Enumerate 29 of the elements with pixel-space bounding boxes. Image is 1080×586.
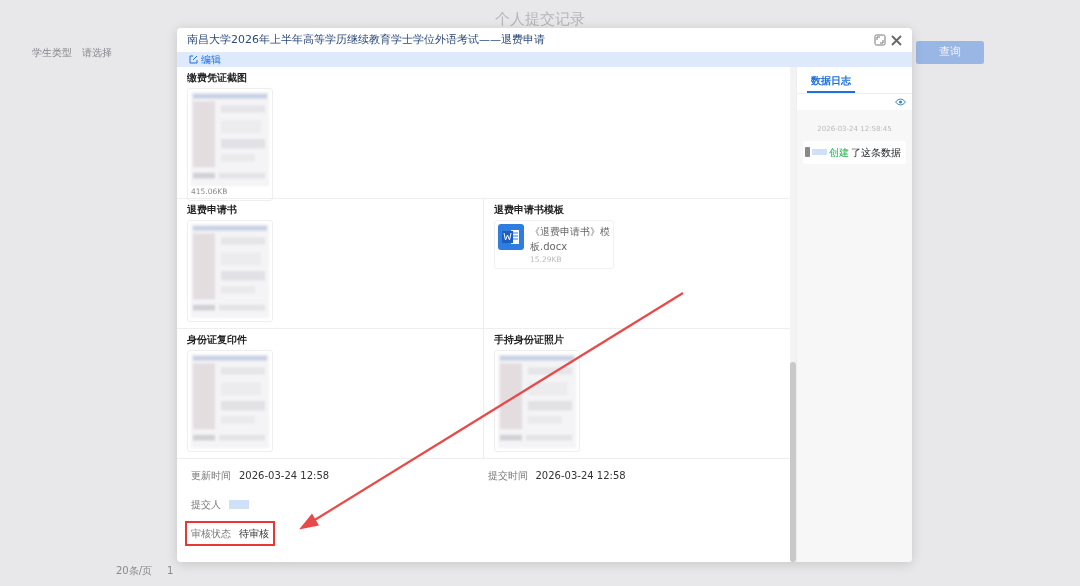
field-value: 2026-03-24 12:58 (535, 469, 626, 483)
eye-icon[interactable] (895, 98, 906, 106)
field-label: 退费申请书模板 (494, 203, 565, 217)
field-value: 待审核 (239, 527, 269, 541)
field-label: 审核状态 (191, 527, 231, 541)
edit-button[interactable]: 编辑 (189, 52, 221, 67)
page-size-select[interactable]: 20条/页 (116, 563, 153, 578)
field-label: 提交人 (191, 498, 221, 512)
dialog-title: 南昌大学2026年上半年高等学历继续教育学士学位外语考试——退费申请 (187, 31, 546, 48)
edit-icon (189, 55, 198, 64)
log-action: 创建 (829, 145, 849, 160)
redacted-value (229, 500, 249, 509)
log-text: 了这条数据 (851, 145, 901, 160)
field-label: 身份证复印件 (187, 333, 248, 347)
field-label: 手持身份证照片 (494, 333, 565, 347)
field-label: 缴费凭证截图 (187, 71, 248, 85)
user-icon (805, 147, 827, 157)
file-name: 《退费申请书》模板.docx (530, 225, 610, 254)
field-value: 2026-03-24 12:58 (239, 469, 330, 483)
word-document-icon (498, 224, 524, 250)
close-icon[interactable] (891, 34, 902, 46)
field-label: 提交时间 (487, 469, 528, 483)
filter-label: 学生类型 (32, 45, 72, 60)
query-button[interactable]: 查询 (916, 40, 984, 64)
scrollbar-thumb[interactable] (790, 362, 796, 562)
field-label: 更新时间 (191, 469, 231, 483)
fullscreen-icon[interactable] (874, 34, 886, 46)
page-number[interactable]: 1 (167, 563, 174, 578)
field-label: 退费申请书 (187, 203, 238, 217)
